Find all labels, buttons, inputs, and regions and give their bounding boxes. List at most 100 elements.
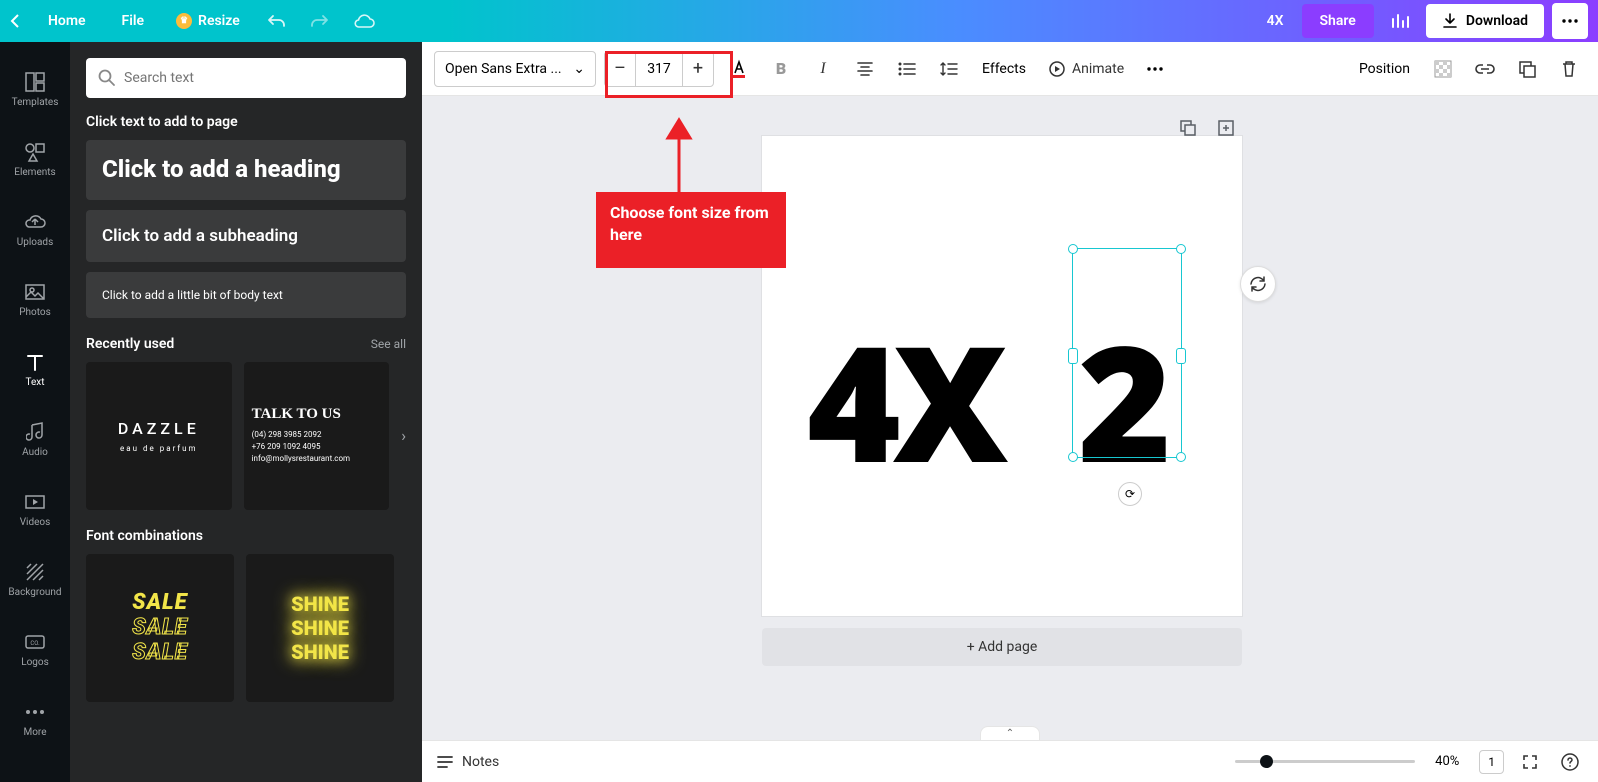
svg-text:CO.: CO. — [30, 640, 40, 647]
click-to-add-label: Click text to add to page — [86, 114, 406, 130]
animate-icon — [1048, 60, 1066, 78]
handle-l[interactable] — [1068, 348, 1078, 364]
rail-uploads[interactable]: Uploads — [0, 194, 70, 264]
chevron-right-icon[interactable]: › — [401, 426, 406, 445]
add-page-button[interactable]: + Add page — [762, 628, 1242, 666]
audio-icon — [23, 420, 47, 444]
fontcombo-thumbs: SALE SALE SALE SHINE SHINE SHINE — [86, 554, 406, 702]
position-button[interactable]: Position — [1351, 61, 1418, 77]
talk-line3: info@mollysrestaurant.com — [252, 453, 350, 465]
rail-photos[interactable]: Photos — [0, 264, 70, 334]
undo-button[interactable] — [254, 0, 298, 42]
animate-label: Animate — [1072, 61, 1124, 77]
annotation-callout: Choose font size from here — [596, 192, 786, 268]
thumb-talk[interactable]: TALK TO US (04) 298 3985 2092 +76 209 10… — [244, 362, 390, 510]
handle-r[interactable] — [1176, 348, 1186, 364]
shine3: SHINE — [291, 640, 349, 664]
rail-background[interactable]: Background — [0, 544, 70, 614]
list-button[interactable] — [890, 52, 924, 86]
link-button[interactable] — [1468, 52, 1502, 86]
canvas-area[interactable]: 4X 2 ⟳ + Add page Choose font size from … — [422, 96, 1598, 740]
font-size-increase[interactable]: + — [683, 52, 713, 86]
alignment-button[interactable] — [848, 52, 882, 86]
rail-text-label: Text — [25, 377, 44, 388]
notes-button[interactable]: Notes — [436, 754, 499, 770]
page-indicator[interactable]: 1 — [1479, 750, 1504, 774]
delete-button[interactable] — [1552, 52, 1586, 86]
redo-button[interactable] — [298, 0, 342, 42]
rail-templates[interactable]: Templates — [0, 54, 70, 124]
more-menu-button[interactable] — [1552, 3, 1588, 39]
thumb-dazzle[interactable]: DAZZLE eau de parfum — [86, 362, 232, 510]
add-heading-button[interactable]: Click to add a heading — [86, 140, 406, 200]
rail-more[interactable]: More — [0, 684, 70, 754]
file-menu[interactable]: File — [104, 0, 163, 42]
talk-line2: +76 209 1092 4095 — [252, 441, 321, 453]
zoom-thumb[interactable] — [1260, 755, 1273, 768]
notes-label: Notes — [462, 754, 499, 770]
italic-button[interactable]: I — [806, 52, 840, 86]
annotation-arrow-icon — [664, 116, 694, 192]
canvas-text-4x[interactable]: 4X — [807, 291, 1000, 509]
search-icon — [98, 69, 116, 87]
insights-button[interactable] — [1382, 3, 1418, 39]
rotate-handle[interactable]: ⟳ — [1118, 482, 1142, 506]
fullscreen-button[interactable] — [1516, 748, 1544, 776]
document-title[interactable]: 4X — [1267, 13, 1284, 29]
rail-videos-label: Videos — [20, 517, 51, 528]
rail-videos[interactable]: Videos — [0, 474, 70, 544]
rail-audio-label: Audio — [22, 447, 48, 458]
font-family-select[interactable]: Open Sans Extra ... ⌄ — [434, 51, 596, 87]
top-left-group: Home File ♛ Resize — [0, 0, 386, 42]
add-body-button[interactable]: Click to add a little bit of body text — [86, 272, 406, 318]
search-input[interactable] — [124, 70, 394, 86]
page-drawer-toggle[interactable]: ⌃ — [980, 726, 1040, 740]
top-right-group: 4X Share Download — [1267, 3, 1598, 39]
back-button[interactable] — [0, 0, 30, 42]
chevron-down-icon: ⌄ — [573, 61, 585, 77]
home-button[interactable]: Home — [30, 0, 104, 42]
handle-br[interactable] — [1176, 452, 1186, 462]
handle-tr[interactable] — [1176, 244, 1186, 254]
add-body-text: Click to add a little bit of body text — [102, 288, 390, 302]
rail-text[interactable]: Text — [0, 334, 70, 404]
spacing-button[interactable] — [932, 52, 966, 86]
help-button[interactable] — [1556, 748, 1584, 776]
resize-button[interactable]: ♛ Resize — [162, 0, 254, 42]
rail-elements-label: Elements — [14, 167, 55, 178]
sale1: SALE — [132, 590, 187, 615]
zoom-slider[interactable] — [1235, 760, 1415, 763]
duplicate-button[interactable] — [1510, 52, 1544, 86]
animate-button[interactable]: Animate — [1042, 52, 1130, 86]
rail-elements[interactable]: Elements — [0, 124, 70, 194]
page-fab-button[interactable] — [1240, 266, 1276, 302]
rail-uploads-label: Uploads — [17, 237, 53, 248]
search-box[interactable] — [86, 58, 406, 98]
top-menu-bar: Home File ♛ Resize 4X Share Download — [0, 0, 1598, 42]
rail-logos[interactable]: CO.Logos — [0, 614, 70, 684]
thumb-sale[interactable]: SALE SALE SALE — [86, 554, 234, 702]
toolbar-more-button[interactable] — [1138, 52, 1172, 86]
handle-tl[interactable] — [1068, 244, 1078, 254]
font-name: Open Sans Extra ... — [445, 61, 562, 77]
download-button[interactable]: Download — [1426, 4, 1544, 38]
zoom-value[interactable]: 40% — [1427, 754, 1467, 769]
share-button[interactable]: Share — [1302, 4, 1374, 38]
bold-button[interactable]: B — [764, 52, 798, 86]
fontcombo-label: Font combinations — [86, 528, 203, 544]
cloud-sync-icon[interactable] — [342, 0, 386, 42]
text-color-button[interactable] — [722, 52, 756, 86]
context-toolbar: Open Sans Extra ... ⌄ – + B I Effects An… — [422, 42, 1598, 96]
recent-thumbs: DAZZLE eau de parfum TALK TO US (04) 298… — [86, 362, 406, 510]
font-size-decrease[interactable]: – — [605, 52, 635, 86]
add-subheading-button[interactable]: Click to add a subheading — [86, 210, 406, 262]
effects-button[interactable]: Effects — [974, 61, 1034, 77]
see-all-link[interactable]: See all — [371, 337, 406, 351]
selection-box[interactable] — [1072, 248, 1182, 458]
transparency-button[interactable] — [1426, 52, 1460, 86]
rail-templates-label: Templates — [12, 97, 59, 108]
handle-bl[interactable] — [1068, 452, 1078, 462]
font-size-input[interactable] — [635, 52, 683, 86]
thumb-shine[interactable]: SHINE SHINE SHINE — [246, 554, 394, 702]
rail-audio[interactable]: Audio — [0, 404, 70, 474]
